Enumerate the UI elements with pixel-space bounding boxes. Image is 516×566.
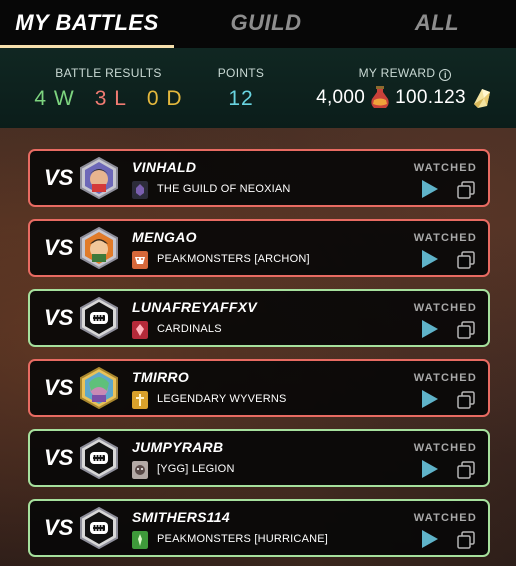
battle-card[interactable]: VS TMIRRO LEGENDARY WYVERNS WATCHED: [28, 359, 490, 417]
info-icon[interactable]: i: [439, 69, 452, 81]
play-icon[interactable]: [421, 319, 439, 339]
watched-status: WATCHED: [413, 232, 477, 244]
points-label: POINTS: [217, 66, 265, 80]
guild-name: PEAKMONSTERS [HURRICANE]: [157, 533, 329, 545]
reward-amount-potions: 4,000: [316, 87, 366, 108]
watched-status: WATCHED: [413, 302, 477, 314]
opponent-name[interactable]: LUNAFREYAFFXV: [132, 299, 257, 315]
opponent-name[interactable]: VINHALD: [132, 159, 196, 175]
copy-icon[interactable]: [457, 391, 475, 409]
watched-status: WATCHED: [413, 372, 477, 384]
opponent-name[interactable]: MENGAO: [132, 229, 197, 245]
opponent-name[interactable]: TMIRRO: [132, 369, 189, 385]
tab-all[interactable]: ALL: [358, 0, 516, 48]
opponent-avatar: [80, 507, 118, 549]
guild-icon: [132, 461, 148, 479]
battle-summary-panel: BATTLE RESULTS 4 W 3 L 0 D POINTS 12 MY RE…: [0, 48, 516, 128]
vs-label: VS: [44, 375, 74, 400]
opponent-avatar: [80, 227, 118, 269]
vs-label: VS: [44, 165, 74, 190]
guild-name: LEGENDARY WYVERNS: [157, 393, 287, 405]
opponent-avatar: [80, 157, 118, 199]
guild-name: CARDINALS: [157, 323, 222, 335]
guild-icon: [132, 531, 148, 549]
reward-amount-crystals: 100.123: [395, 87, 466, 108]
reward-section: MY REWARD i 4,000 100.123: [300, 66, 510, 111]
play-icon[interactable]: [421, 459, 439, 479]
vs-label: VS: [44, 305, 74, 330]
watched-status: WATCHED: [413, 162, 477, 174]
battle-card[interactable]: VS SMITHERS114 PEAKMONSTERS [HURRICANE] …: [28, 499, 490, 557]
guild-icon: [132, 251, 148, 269]
watched-status: WATCHED: [413, 442, 477, 454]
tab-bar: MY BATTLES GUILD ALL: [0, 0, 516, 48]
play-icon[interactable]: [421, 179, 439, 199]
tab-guild[interactable]: GUILD: [174, 0, 358, 48]
opponent-avatar: [80, 437, 118, 479]
play-icon[interactable]: [421, 249, 439, 269]
watched-status: WATCHED: [413, 512, 477, 524]
battle-card[interactable]: VS VINHALD THE GUILD OF NEOXIAN WATCHED: [28, 149, 490, 207]
copy-icon[interactable]: [457, 181, 475, 199]
battle-card[interactable]: VS LUNAFREYAFFXV CARDINALS WATCHED: [28, 289, 490, 347]
battle-card[interactable]: VS JUMPYRARB [YGG] LEGION WATCHED: [28, 429, 490, 487]
crystal-icon: [473, 89, 490, 108]
play-icon[interactable]: [421, 529, 439, 549]
opponent-name[interactable]: SMITHERS114: [132, 509, 230, 525]
copy-icon[interactable]: [457, 321, 475, 339]
draws-count: 0 D: [146, 87, 183, 110]
battle-list: VS VINHALD THE GUILD OF NEOXIAN WATCHED …: [0, 128, 516, 557]
copy-icon[interactable]: [457, 461, 475, 479]
battle-card[interactable]: VS MENGAO PEAKMONSTERS [ARCHON] WATCHED: [28, 219, 490, 277]
vs-label: VS: [44, 445, 74, 470]
guild-icon: [132, 321, 148, 339]
vs-label: VS: [44, 515, 74, 540]
guild-icon: [132, 181, 148, 199]
tab-my-battles[interactable]: MY BATTLES: [0, 0, 174, 48]
opponent-avatar: [80, 367, 118, 409]
potion-icon: [371, 86, 389, 108]
copy-icon[interactable]: [457, 251, 475, 269]
guild-icon: [132, 391, 148, 409]
guild-name: THE GUILD OF NEOXIAN: [157, 183, 291, 195]
opponent-avatar: [80, 297, 118, 339]
points-section: POINTS 12: [208, 66, 274, 111]
play-icon[interactable]: [421, 389, 439, 409]
battle-results-label: BATTLE RESULTS: [55, 66, 162, 80]
guild-name: [YGG] LEGION: [157, 463, 235, 475]
guild-name: PEAKMONSTERS [ARCHON]: [157, 253, 310, 265]
points-value: 12: [228, 87, 254, 110]
opponent-name[interactable]: JUMPYRARB: [132, 439, 223, 455]
losses-count: 3 L: [94, 87, 127, 110]
vs-label: VS: [44, 235, 74, 260]
battle-results-section: BATTLE RESULTS 4 W 3 L 0 D: [16, 66, 201, 111]
copy-icon[interactable]: [457, 531, 475, 549]
reward-label: MY REWARD: [358, 66, 436, 80]
wins-count: 4 W: [34, 87, 75, 110]
